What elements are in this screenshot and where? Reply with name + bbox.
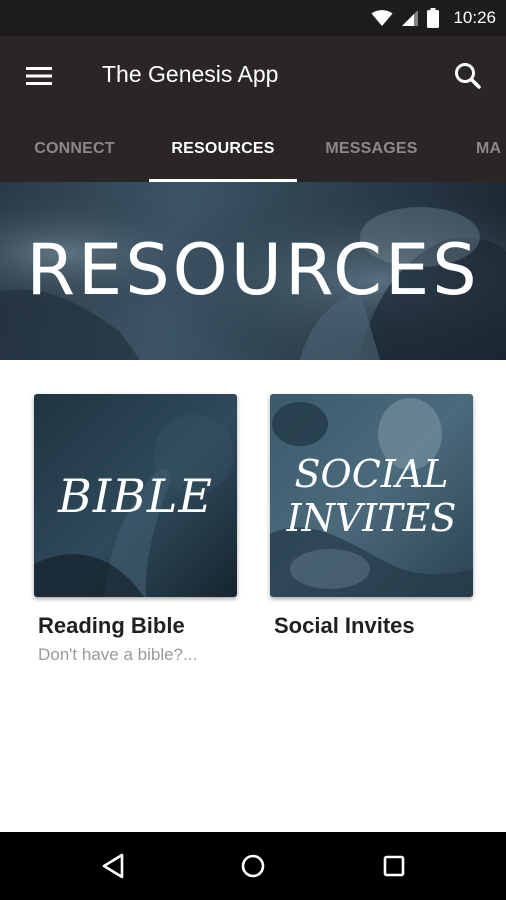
social-image-text-line2: INVITES [286, 495, 457, 540]
hero-banner: RESOURCES [0, 182, 506, 360]
hamburger-menu-icon [26, 67, 52, 85]
back-icon [102, 853, 124, 879]
status-time: 10:26 [453, 8, 496, 27]
resource-card-reading-bible[interactable]: BIBLE Reading Bible Don't have a bible?.… [34, 394, 237, 665]
status-icons: 10:26 [371, 0, 496, 36]
tab-messages[interactable]: MESSAGES [297, 116, 446, 182]
social-image-text-line1: SOCIAL [294, 451, 449, 496]
tab-bar: CONNECT RESOURCES MESSAGES MA [0, 116, 506, 182]
card-image-social-invites[interactable]: SOCIAL INVITES [270, 394, 473, 597]
tab-resources[interactable]: RESOURCES [149, 116, 297, 182]
search-button[interactable] [452, 60, 484, 92]
app-bar: The Genesis App [0, 36, 506, 116]
battery-icon [427, 8, 440, 28]
tab-more[interactable]: MA [446, 116, 506, 182]
bible-image-text: BIBLE [58, 468, 213, 523]
wifi-icon [371, 10, 393, 26]
card-image-bible[interactable]: BIBLE [34, 394, 237, 597]
home-icon [241, 854, 265, 878]
card-subtitle: Don't have a bible?... [38, 645, 198, 664]
tab-connect[interactable]: CONNECT [0, 116, 149, 182]
app-title: The Genesis App [102, 61, 279, 87]
card-title[interactable]: Reading Bible [38, 613, 237, 639]
bible-overlay: BIBLE [34, 394, 237, 597]
system-nav-bar [0, 832, 506, 900]
resource-card-social-invites[interactable]: SOCIAL INVITES Social Invites [270, 394, 473, 639]
signal-icon [402, 10, 419, 26]
social-invites-overlay: SOCIAL INVITES [270, 394, 473, 597]
card-title[interactable]: Social Invites [274, 613, 473, 639]
hero-title: RESOURCES [26, 229, 480, 311]
recents-button[interactable] [377, 850, 411, 882]
home-button[interactable] [236, 850, 270, 882]
status-bar: 10:26 [0, 0, 506, 36]
back-button[interactable] [98, 850, 132, 882]
menu-button[interactable] [24, 62, 56, 90]
search-icon [455, 63, 481, 89]
recents-icon [383, 855, 405, 877]
